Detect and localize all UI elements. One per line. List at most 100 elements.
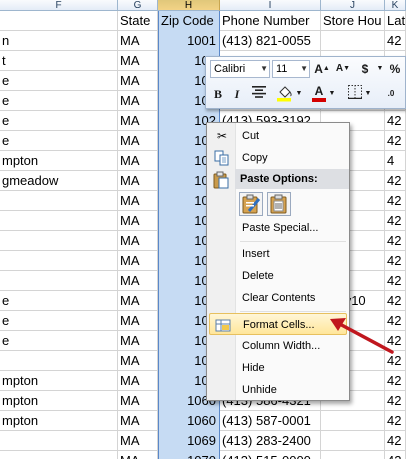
cell-state[interactable]: MA bbox=[118, 131, 158, 151]
bold-button[interactable]: B bbox=[209, 85, 227, 103]
column-header-f[interactable]: F bbox=[0, 0, 118, 11]
column-header-j[interactable]: J bbox=[321, 0, 385, 11]
menu-item-paste-special[interactable]: Paste Special... bbox=[209, 217, 347, 239]
cell-state[interactable]: MA bbox=[118, 251, 158, 271]
cell-lat[interactable]: 42 bbox=[385, 451, 406, 459]
cell-city[interactable]: e bbox=[0, 91, 118, 111]
font-size-combo[interactable]: 11 ▼ bbox=[272, 60, 310, 78]
cell-city[interactable] bbox=[0, 251, 118, 271]
cell-city[interactable] bbox=[0, 351, 118, 371]
cell-phone[interactable]: (413) 283-2400 bbox=[220, 431, 321, 451]
cell-lat-header[interactable]: Lat bbox=[385, 11, 406, 31]
cell-state[interactable]: MA bbox=[118, 91, 158, 111]
cell-state[interactable]: MA bbox=[118, 311, 158, 331]
cell-store-hours[interactable] bbox=[321, 31, 385, 51]
fill-color-button[interactable] bbox=[276, 84, 294, 102]
menu-item-clear-contents[interactable]: Clear Contents bbox=[209, 287, 347, 309]
font-color-button[interactable]: A bbox=[310, 84, 328, 102]
cell-lat[interactable]: 42 bbox=[385, 251, 406, 271]
paste-values-button[interactable] bbox=[267, 192, 291, 216]
cell-lat[interactable]: 42 bbox=[385, 211, 406, 231]
cell-state[interactable]: MA bbox=[118, 371, 158, 391]
cell-state[interactable]: MA bbox=[118, 151, 158, 171]
italic-button[interactable]: I bbox=[228, 85, 246, 103]
cell-lat[interactable]: 42 bbox=[385, 191, 406, 211]
cell-lat[interactable]: 42 bbox=[385, 31, 406, 51]
cell-store-hours[interactable] bbox=[321, 451, 385, 459]
cell-city[interactable]: mpton bbox=[0, 371, 118, 391]
cell-city[interactable] bbox=[0, 451, 118, 459]
cell-state[interactable]: MA bbox=[118, 351, 158, 371]
cell-state[interactable]: MA bbox=[118, 31, 158, 51]
percent-button[interactable]: % bbox=[386, 60, 404, 78]
cell-phone[interactable]: (413) 515-0000 bbox=[220, 451, 321, 459]
cell-city[interactable] bbox=[0, 211, 118, 231]
cell-city[interactable]: mpton bbox=[0, 411, 118, 431]
cell-state[interactable]: MA bbox=[118, 211, 158, 231]
align-center-icon[interactable] bbox=[250, 85, 268, 103]
chevron-down-icon[interactable]: ▼ bbox=[363, 85, 373, 103]
cell-city[interactable]: gmeadow bbox=[0, 171, 118, 191]
cell-state[interactable]: MA bbox=[118, 431, 158, 451]
font-name-combo[interactable]: Calibri ▼ bbox=[210, 60, 270, 78]
column-header-h[interactable]: H bbox=[158, 0, 220, 11]
cell-phone-header[interactable]: Phone Number bbox=[220, 11, 321, 31]
cell-city[interactable]: e bbox=[0, 111, 118, 131]
cell-state[interactable]: MA bbox=[118, 171, 158, 191]
borders-icon[interactable] bbox=[346, 85, 364, 103]
cell-lat[interactable]: 42 bbox=[385, 291, 406, 311]
shrink-font-button[interactable]: A▼ bbox=[334, 60, 352, 78]
cell-lat[interactable]: 42 bbox=[385, 131, 406, 151]
cell-state[interactable]: MA bbox=[118, 51, 158, 71]
cell-zip[interactable]: 1001 bbox=[158, 31, 220, 51]
cell-state[interactable]: MA bbox=[118, 391, 158, 411]
cell-city[interactable]: e bbox=[0, 71, 118, 91]
cell-city[interactable]: e bbox=[0, 311, 118, 331]
cell-state[interactable]: MA bbox=[118, 71, 158, 91]
cell-state-header[interactable]: State bbox=[118, 11, 158, 31]
menu-item-cut[interactable]: ✂ Cut bbox=[209, 125, 347, 147]
cell-zip[interactable]: 1069 bbox=[158, 431, 220, 451]
cell-city[interactable]: e bbox=[0, 291, 118, 311]
cell-store-hours[interactable] bbox=[321, 411, 385, 431]
cell-lat[interactable]: 4 bbox=[385, 151, 406, 171]
cell-city[interactable]: e bbox=[0, 131, 118, 151]
cell-store-hours-header[interactable]: Store Hou bbox=[321, 11, 385, 31]
cell-city[interactable] bbox=[0, 431, 118, 451]
cell-state[interactable]: MA bbox=[118, 231, 158, 251]
menu-item-unhide[interactable]: Unhide bbox=[209, 379, 347, 401]
cell-state[interactable]: MA bbox=[118, 411, 158, 431]
cell-city[interactable]: t bbox=[0, 51, 118, 71]
cell-city[interactable] bbox=[0, 191, 118, 211]
cell-lat[interactable]: 42 bbox=[385, 271, 406, 291]
cell-state[interactable]: MA bbox=[118, 271, 158, 291]
chevron-down-icon[interactable]: ▼ bbox=[294, 85, 304, 103]
menu-item-insert[interactable]: Insert bbox=[209, 243, 347, 265]
cell-lat[interactable]: 42 bbox=[385, 111, 406, 131]
cell-city[interactable] bbox=[0, 231, 118, 251]
cell-city[interactable]: mpton bbox=[0, 151, 118, 171]
cell-phone[interactable]: (413) 587-0001 bbox=[220, 411, 321, 431]
cell-city[interactable]: n bbox=[0, 31, 118, 51]
cell-store-hours[interactable] bbox=[321, 431, 385, 451]
cell-city[interactable]: e bbox=[0, 331, 118, 351]
cell-state[interactable]: MA bbox=[118, 191, 158, 211]
column-header-g[interactable]: G bbox=[118, 0, 158, 11]
column-header-i[interactable]: I bbox=[220, 0, 321, 11]
cell-f-header[interactable] bbox=[0, 11, 118, 31]
cell-state[interactable]: MA bbox=[118, 451, 158, 459]
cell-lat[interactable]: 42 bbox=[385, 391, 406, 411]
cell-zip[interactable]: 1070 bbox=[158, 451, 220, 459]
cell-lat[interactable]: 42 bbox=[385, 411, 406, 431]
cell-lat[interactable]: 42 bbox=[385, 371, 406, 391]
menu-item-copy[interactable]: Copy bbox=[209, 147, 347, 169]
cell-phone[interactable]: (413) 821-0055 bbox=[220, 31, 321, 51]
cell-city[interactable] bbox=[0, 271, 118, 291]
cell-state[interactable]: MA bbox=[118, 111, 158, 131]
decimal-icon[interactable]: .0 bbox=[382, 85, 400, 103]
cell-lat[interactable]: 42 bbox=[385, 231, 406, 251]
cell-lat[interactable]: 42 bbox=[385, 431, 406, 451]
cell-state[interactable]: MA bbox=[118, 291, 158, 311]
cell-zip[interactable]: 1060 bbox=[158, 411, 220, 431]
cell-zip-header[interactable]: Zip Code bbox=[158, 11, 220, 31]
